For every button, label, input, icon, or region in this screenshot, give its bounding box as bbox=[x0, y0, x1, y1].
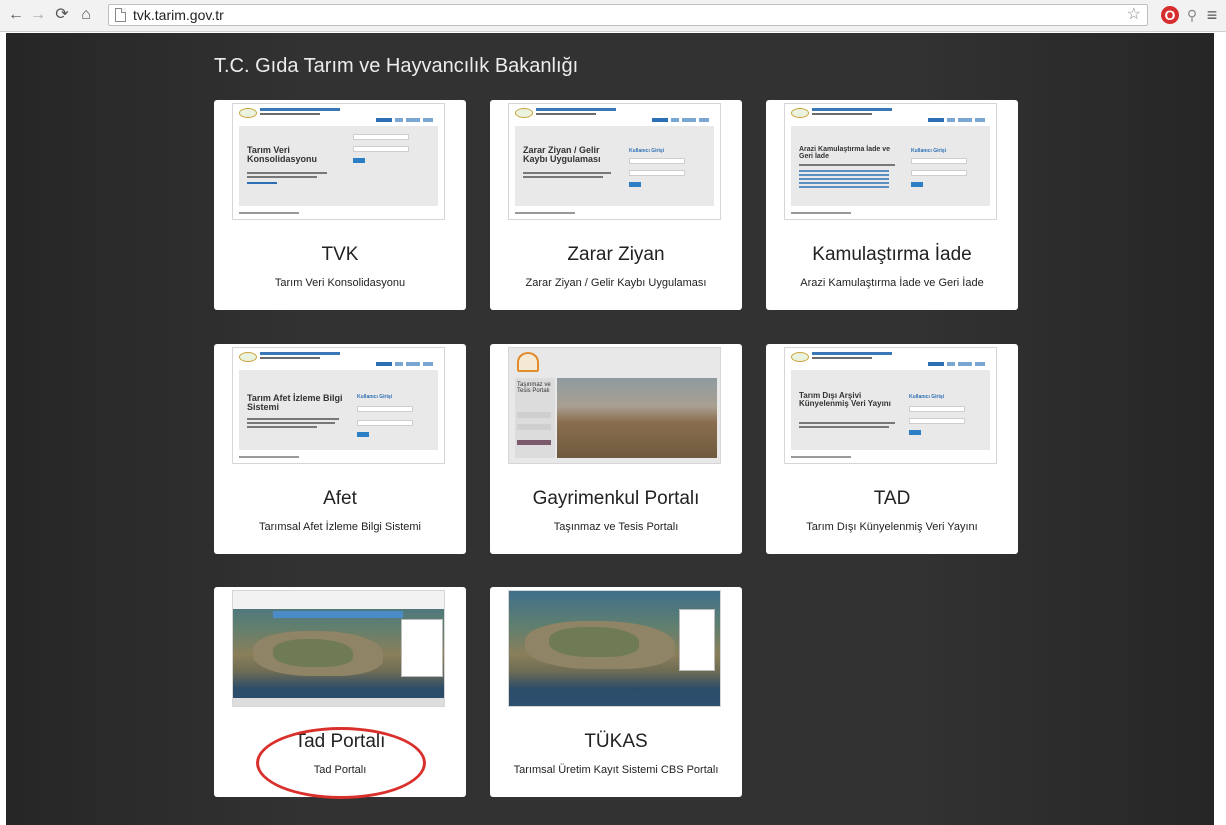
card-description: Tarım Dışı Künyelenmiş Veri Yayını bbox=[806, 521, 978, 533]
card-title[interactable]: TVK bbox=[214, 244, 466, 266]
card-title[interactable]: Kamulaştırma İade bbox=[766, 244, 1018, 266]
thumbnail-login-label: Kullanıcı Girişi bbox=[357, 394, 393, 400]
card-description: Tarım Veri Konsolidasyonu bbox=[274, 277, 406, 289]
bookmark-star-icon[interactable]: ☆ bbox=[1127, 5, 1141, 25]
thumbnail-kamulastirma: Arazi Kamulaştırma İade ve Geri İade Kul… bbox=[784, 103, 997, 220]
thumbnail-login-label: Kullanıcı Girişi bbox=[909, 394, 945, 400]
card-tukas[interactable]: TÜKAS Tarımsal Üretim Kayıt Sistemi CBS … bbox=[490, 587, 742, 797]
page-icon bbox=[115, 8, 126, 22]
thumbnail-heading: Tarım Veri Konsolidasyonu bbox=[247, 145, 318, 164]
card-afet[interactable]: Tarım Afet İzleme Bilgi Sistemi Kullanıc… bbox=[214, 344, 466, 554]
card-gayrimenkul-portali[interactable]: Taşınmaz ve Tesis Portalı Gayrimenkul Po… bbox=[490, 344, 742, 554]
card-description: Tarımsal Afet İzleme Bilgi Sistemi bbox=[259, 521, 421, 533]
page-title: T.C. Gıda Tarım ve Hayvancılık Bakanlığı bbox=[214, 55, 579, 77]
card-description: Taşınmaz ve Tesis Portalı bbox=[553, 521, 679, 533]
reload-button[interactable]: ⟳ bbox=[52, 5, 72, 25]
address-bar[interactable]: tvk.tarim.gov.tr ☆ bbox=[108, 4, 1148, 26]
card-description: Zarar Ziyan / Gelir Kaybı Uygulaması bbox=[525, 277, 707, 289]
thumbnail-heading: Tarım Dışı Arşivi Künyelenmiş Veri Yayın… bbox=[799, 391, 891, 408]
pin-extension-icon[interactable]: ⚲ bbox=[1183, 6, 1201, 24]
thumbnail-heading: Zarar Ziyan / Gelir Kaybı Uygulaması bbox=[523, 145, 601, 164]
browser-menu-icon[interactable]: ≡ bbox=[1204, 5, 1220, 25]
card-tvk[interactable]: Tarım Veri Konsolidasyonu TVK Tarım Veri… bbox=[214, 100, 466, 310]
thumbnail-heading: Arazi Kamulaştırma İade ve Geri İade bbox=[799, 146, 891, 160]
browser-toolbar: ← → ⟳ ⌂ tvk.tarim.gov.tr ☆ O ⚲ ≡ bbox=[0, 0, 1226, 32]
forward-button[interactable]: → bbox=[28, 5, 48, 25]
home-button[interactable]: ⌂ bbox=[76, 5, 96, 25]
back-button[interactable]: ← bbox=[6, 5, 26, 25]
url-text: tvk.tarim.gov.tr bbox=[133, 7, 224, 23]
card-description: Arazi Kamulaştırma İade ve Geri İade bbox=[800, 277, 984, 289]
thumbnail-tad-portali-map bbox=[232, 590, 445, 707]
card-description: Tarımsal Üretim Kayıt Sistemi CBS Portal… bbox=[513, 764, 719, 776]
thumbnail-gayrimenkul: Taşınmaz ve Tesis Portalı bbox=[508, 347, 721, 464]
page-content: T.C. Gıda Tarım ve Hayvancılık Bakanlığı… bbox=[6, 33, 1214, 825]
thumbnail-heading: Tarım Afet İzleme Bilgi Sistemi bbox=[247, 393, 343, 412]
thumbnail-afet: Tarım Afet İzleme Bilgi Sistemi Kullanıc… bbox=[232, 347, 445, 464]
thumbnail-heading: Taşınmaz ve Tesis Portalı bbox=[517, 382, 551, 394]
opera-extension-icon[interactable]: O bbox=[1161, 6, 1179, 24]
card-tad[interactable]: Tarım Dışı Arşivi Künyelenmiş Veri Yayın… bbox=[766, 344, 1018, 554]
card-kamulastirma-iade[interactable]: Arazi Kamulaştırma İade ve Geri İade Kul… bbox=[766, 100, 1018, 310]
thumbnail-login-label: Kullanıcı Girişi bbox=[911, 148, 947, 154]
thumbnail-login-label: Kullanıcı Girişi bbox=[629, 148, 665, 154]
card-title[interactable]: Gayrimenkul Portalı bbox=[490, 488, 742, 510]
card-zarar-ziyan[interactable]: Zarar Ziyan / Gelir Kaybı Uygulaması Kul… bbox=[490, 100, 742, 310]
thumbnail-tad: Tarım Dışı Arşivi Künyelenmiş Veri Yayın… bbox=[784, 347, 997, 464]
thumbnail-tukas-map bbox=[508, 590, 721, 707]
card-title[interactable]: TAD bbox=[766, 488, 1018, 510]
thumbnail-tvk: Tarım Veri Konsolidasyonu bbox=[232, 103, 445, 220]
card-title[interactable]: TÜKAS bbox=[490, 731, 742, 753]
card-title[interactable]: Zarar Ziyan bbox=[490, 244, 742, 266]
card-title[interactable]: Afet bbox=[214, 488, 466, 510]
thumbnail-zarar-ziyan: Zarar Ziyan / Gelir Kaybı Uygulaması Kul… bbox=[508, 103, 721, 220]
annotation-circle bbox=[256, 727, 426, 799]
